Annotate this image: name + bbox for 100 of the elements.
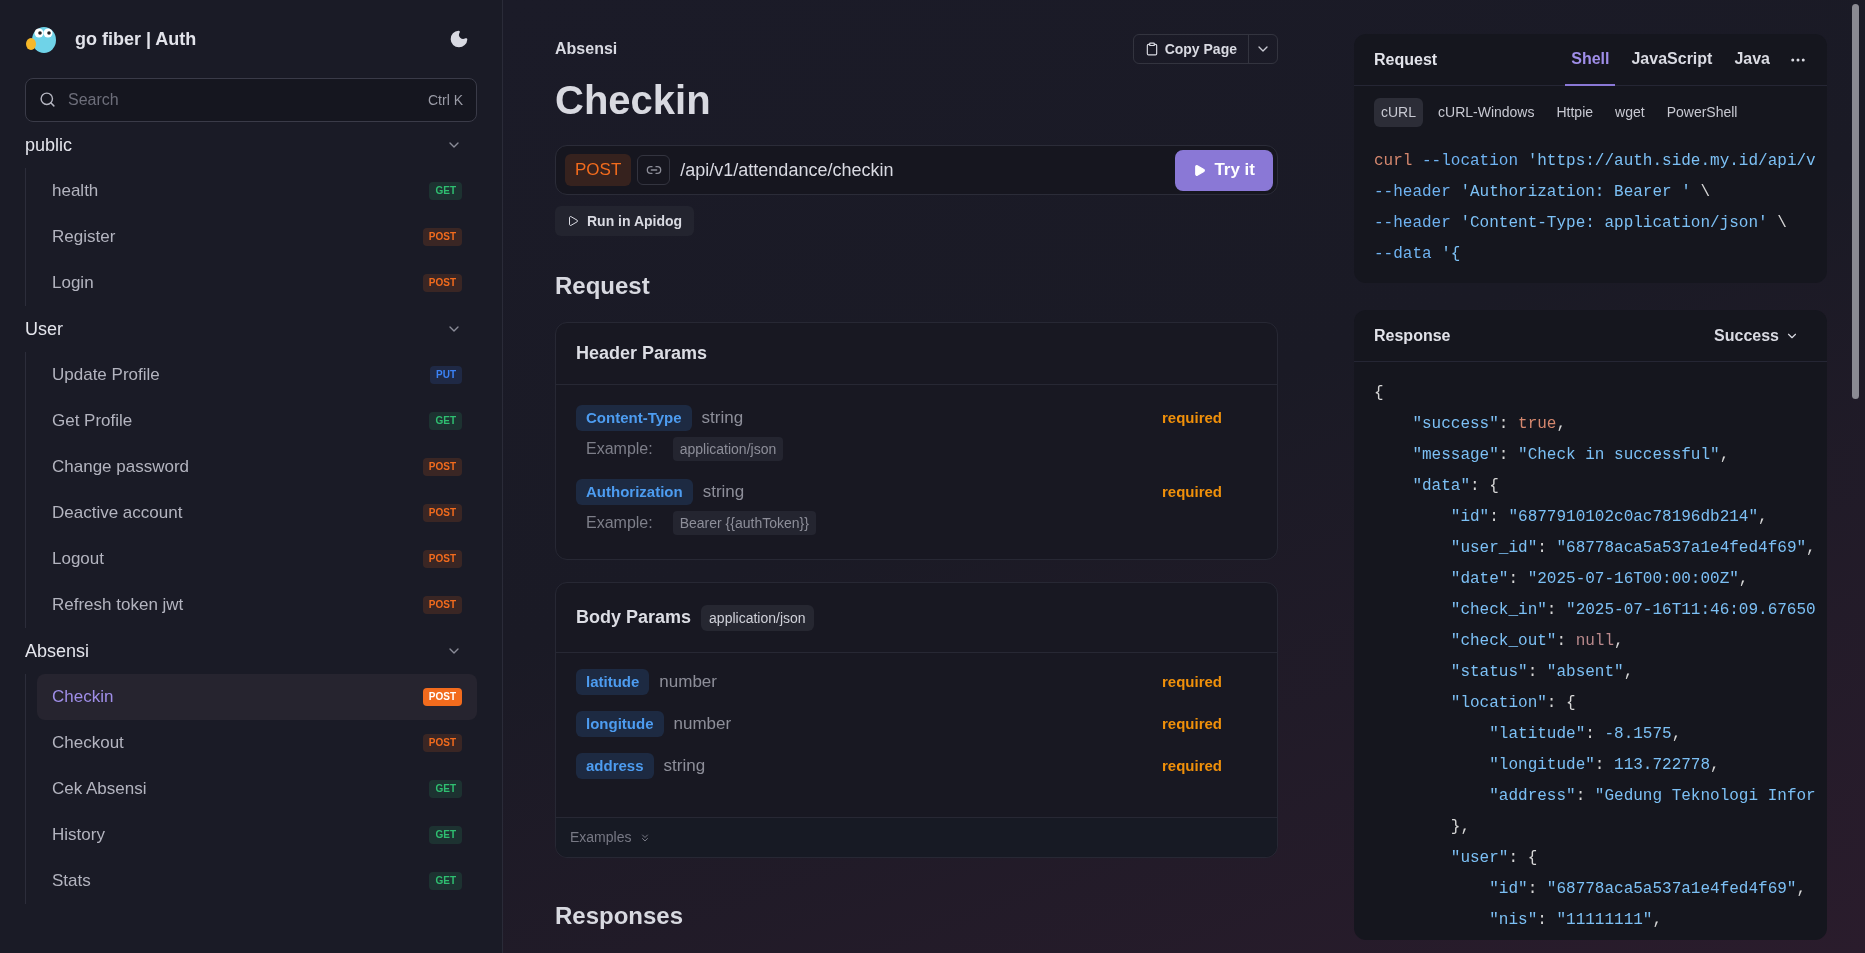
param-type: number — [673, 713, 732, 736]
sidebar-item[interactable]: History GET — [37, 812, 477, 858]
sidebar-item[interactable]: Update Profile PUT — [37, 352, 477, 398]
required-label: required — [1162, 671, 1222, 692]
card-title: Response — [1374, 325, 1452, 346]
required-label: required — [1162, 713, 1222, 734]
param-name: Content-Type — [576, 405, 692, 431]
code-line: --header 'Authorization: Bearer ' \ — [1374, 182, 1711, 203]
sidebar-item[interactable]: Register POST — [37, 214, 477, 260]
shortcut-hint: Ctrl K — [428, 91, 463, 110]
param-type: number — [659, 671, 717, 694]
example-label: Example: — [586, 513, 653, 533]
param-name: latitude — [576, 669, 650, 695]
code-line: "date": "2025-07-16T00:00:00Z", — [1449, 569, 1749, 590]
scrollbar[interactable] — [1852, 4, 1859, 399]
page-title: Checkin — [555, 77, 712, 124]
example-value: Bearer {{authToken}} — [672, 511, 816, 535]
status-dropdown[interactable]: Success — [1714, 323, 1799, 348]
client-tab[interactable]: Httpie — [1549, 98, 1601, 127]
card-title: Request — [1374, 49, 1439, 70]
method-badge: POST — [565, 154, 632, 186]
code-line: }, — [1449, 817, 1470, 838]
example-value: application/json — [672, 437, 784, 461]
code-line: "data": { — [1411, 476, 1499, 497]
examples-toggle[interactable]: Examples — [556, 817, 1277, 857]
copy-link-button[interactable] — [637, 155, 671, 185]
code-line: "id": "6877910102c0ac78196db214", — [1449, 507, 1768, 528]
method-badge: POST — [422, 228, 462, 246]
group-header[interactable]: public — [25, 122, 477, 168]
code-line: "latitude": -8.1575, — [1488, 724, 1682, 745]
method-badge: GET — [429, 826, 462, 844]
code-line: { — [1374, 383, 1384, 404]
method-badge: POST — [422, 274, 462, 292]
sidebar-item[interactable]: Get Profile GET — [37, 398, 477, 444]
code-line: "success": true, — [1411, 414, 1567, 435]
method-badge: GET — [429, 872, 462, 890]
code-line: "user_id": "68778aca5a537a1e4fed4f69", — [1449, 538, 1816, 559]
code-line: curl --location 'https://auth.side.my.id/api/v — [1374, 151, 1816, 172]
code-line: "longitude": 113.722778, — [1488, 755, 1720, 776]
sidebar-item[interactable]: Change password POST — [37, 444, 477, 490]
code-line: "status": "absent", — [1449, 662, 1634, 683]
method-badge: PUT — [430, 366, 462, 384]
language-tab[interactable]: Java — [1728, 34, 1776, 86]
theme-toggle-icon[interactable] — [449, 29, 469, 49]
language-tab[interactable]: Shell — [1565, 34, 1616, 86]
code-line: "user": { — [1449, 848, 1538, 869]
section-heading: Request — [555, 271, 651, 301]
method-badge: POST — [422, 596, 462, 614]
code-line: "address": "Gedung Teknologi Infor — [1488, 786, 1816, 807]
required-label: required — [1162, 481, 1222, 502]
play-icon — [1193, 163, 1207, 177]
language-tab[interactable]: JavaScript — [1625, 34, 1719, 86]
code-line: "check_in": "2025-07-16T11:46:09.67650 — [1449, 600, 1816, 621]
method-badge: POST — [422, 550, 462, 568]
client-tab[interactable]: cURL-Windows — [1431, 98, 1542, 127]
sidebar-item[interactable]: Refresh token jwt POST — [37, 582, 477, 628]
sidebar-item[interactable]: Stats GET — [37, 858, 477, 904]
method-badge: POST — [422, 734, 462, 752]
card-title: Header Params — [576, 342, 708, 365]
sidebar-item[interactable]: health GET — [37, 168, 477, 214]
method-badge: GET — [429, 412, 462, 430]
client-tab[interactable]: wget — [1608, 98, 1652, 127]
client-tab[interactable]: cURL — [1374, 98, 1423, 127]
required-label: required — [1162, 407, 1222, 428]
required-label: required — [1162, 755, 1222, 776]
card-title: Body Params — [576, 606, 692, 629]
client-tab[interactable]: PowerShell — [1659, 98, 1745, 127]
sidebar-item[interactable]: Login POST — [37, 260, 477, 306]
try-it-button[interactable]: Try it — [1175, 149, 1273, 191]
group-header[interactable]: User — [25, 306, 477, 352]
content-type-tag: application/json — [701, 604, 814, 631]
param-type: string — [701, 407, 744, 430]
sidebar-item[interactable]: Checkout POST — [37, 720, 477, 766]
group-header[interactable]: Absensi — [25, 628, 477, 674]
method-badge: GET — [429, 780, 462, 798]
sidebar-item[interactable]: Cek Absensi GET — [37, 766, 477, 812]
method-badge: GET — [429, 182, 462, 200]
play-icon — [567, 215, 579, 227]
param-name: address — [576, 753, 654, 779]
run-in-apidog-button[interactable]: Run in Apidog — [555, 206, 695, 236]
code-line: "id": "68778aca5a537a1e4fed4f69", — [1488, 879, 1807, 900]
sidebar-item[interactable]: Deactive account POST — [37, 490, 477, 536]
code-line: "nis": "11111111", — [1488, 910, 1663, 931]
param-name: longitude — [576, 711, 664, 737]
method-badge: POST — [422, 688, 462, 706]
search-icon — [39, 91, 56, 108]
sidebar-item[interactable]: Logout POST — [37, 536, 477, 582]
param-type: string — [663, 755, 706, 778]
method-badge: POST — [422, 458, 462, 476]
sidebar-item[interactable]: Checkin POST — [37, 674, 477, 720]
code-line: --header 'Content-Type: application/json' \ — [1374, 213, 1787, 234]
param-type: string — [702, 481, 745, 504]
app-title: go fiber | Auth — [75, 27, 198, 51]
code-line: "check_out": null, — [1449, 631, 1624, 652]
method-badge: POST — [422, 504, 462, 522]
code-line: "location": { — [1449, 693, 1576, 714]
example-label: Example: — [586, 439, 653, 459]
clipboard-icon — [1144, 42, 1159, 56]
section-heading: Responses — [555, 901, 685, 931]
code-line: "message": "Check in successful", — [1411, 445, 1730, 466]
